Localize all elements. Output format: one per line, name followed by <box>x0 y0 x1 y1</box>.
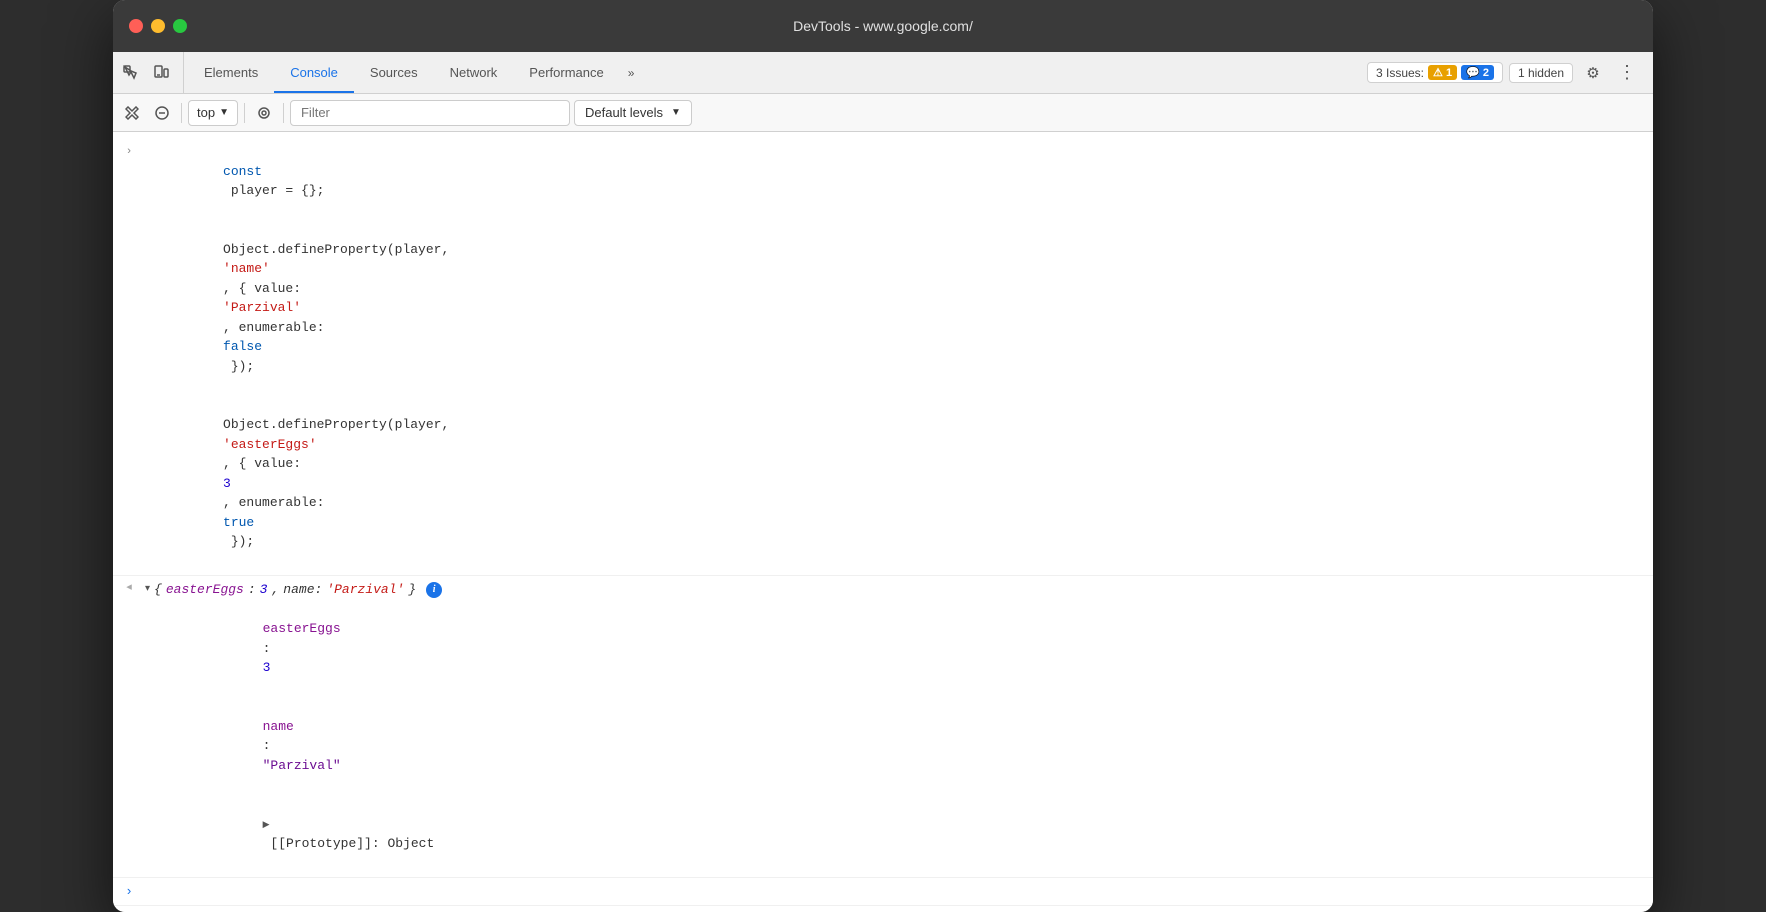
toolbar-separator-3 <box>283 103 284 123</box>
warn-badge: ⚠ 1 <box>1428 65 1457 80</box>
entry-content-2: ▾ { easterEggs : 3 , name: 'Parzival' } … <box>145 578 1653 875</box>
toolbar-separator-1 <box>181 103 182 123</box>
dropdown-arrow-icon: ▼ <box>219 107 229 118</box>
prototype-expand[interactable]: ▶ <box>263 820 270 830</box>
tab-network[interactable]: Network <box>434 52 514 93</box>
live-expressions-button[interactable] <box>251 100 277 126</box>
clear-console-button[interactable] <box>119 100 145 126</box>
more-tabs-button[interactable]: » <box>620 52 643 93</box>
info-badge: 💬 2 <box>1461 65 1494 80</box>
output-arrow: ◂ <box>126 580 132 597</box>
code-line-3: Object.defineProperty(player, 'easterEgg… <box>145 396 1645 572</box>
key-eastereggs: easterEggs <box>263 621 341 636</box>
devtools-toolbar-icons <box>117 52 184 93</box>
console-entry-output: ◂ ▾ { easterEggs : 3 , name: 'Parzival' … <box>113 576 1653 878</box>
object-italic-preview: { <box>154 580 162 600</box>
val-name: "Parzival" <box>263 758 341 773</box>
console-output-area: › const player = {}; Object.defineProper… <box>113 132 1653 912</box>
object-expand-arrow[interactable]: ▾ <box>145 582 150 597</box>
prop-eastereggs-line: easterEggs : 3 <box>169 600 1645 698</box>
console-cursor[interactable] <box>145 884 153 899</box>
prop-name-preview: name: <box>283 580 322 600</box>
console-input-line: › <box>113 878 1653 907</box>
code-text-7: , { value: <box>223 456 309 471</box>
console-toolbar: top ▼ Default levels ▼ <box>113 94 1653 132</box>
settings-button[interactable]: ⚙ <box>1579 59 1607 87</box>
colon-1: : <box>263 641 279 656</box>
code-text-9: }); <box>223 534 254 549</box>
tab-sources[interactable]: Sources <box>354 52 434 93</box>
devtools-window: DevTools - www.google.com/ Elements <box>113 0 1653 912</box>
colon-2: : <box>263 738 279 753</box>
code-text-4: , enumerable: <box>223 320 332 335</box>
entry-gutter-1: › <box>113 140 145 163</box>
levels-dropdown-arrow: ▼ <box>671 107 681 118</box>
val-3-preview: 3 <box>260 580 268 600</box>
window-controls <box>129 19 187 33</box>
string-eastereggs: 'easterEggs' <box>223 437 317 452</box>
entry-content-3[interactable] <box>145 880 1653 904</box>
info-icon[interactable]: i <box>426 582 442 598</box>
tab-elements[interactable]: Elements <box>188 52 274 93</box>
expand-arrow-1[interactable]: › <box>122 142 137 163</box>
number-3-1: 3 <box>223 476 231 491</box>
toolbar-separator-2 <box>244 103 245 123</box>
code-text-6: Object.defineProperty(player, <box>223 417 457 432</box>
obj-colon-1: : <box>248 580 256 600</box>
prop-name-line: name : "Parzival" <box>169 697 1645 795</box>
prop-eastereggs-preview: easterEggs <box>166 580 244 600</box>
inspect-element-button[interactable] <box>117 59 145 87</box>
prototype-text: [[Prototype]]: Object <box>263 836 435 851</box>
object-header-line: ▾ { easterEggs : 3 , name: 'Parzival' } … <box>145 580 1645 600</box>
close-button[interactable] <box>129 19 143 33</box>
obj-close: } <box>408 580 416 600</box>
code-text-2: Object.defineProperty(player, <box>223 242 457 257</box>
tabbar-right-controls: 3 Issues: ⚠ 1 💬 2 1 hidden ⚙ ⋮ <box>1367 52 1649 93</box>
keyword-true: true <box>223 515 254 530</box>
code-text-1: player = {}; <box>223 183 324 198</box>
string-parzival: 'Parzival' <box>223 300 301 315</box>
log-levels-selector[interactable]: Default levels ▼ <box>574 100 692 126</box>
code-text-8: , enumerable: <box>223 495 332 510</box>
titlebar: DevTools - www.google.com/ <box>113 0 1653 52</box>
obj-comma: , <box>271 580 279 600</box>
maximize-button[interactable] <box>173 19 187 33</box>
tab-bar: Elements Console Sources Network Perform… <box>113 52 1653 94</box>
context-selector[interactable]: top ▼ <box>188 100 238 126</box>
tab-console[interactable]: Console <box>274 52 354 93</box>
issues-badge[interactable]: 3 Issues: ⚠ 1 💬 2 <box>1367 62 1503 83</box>
tab-performance[interactable]: Performance <box>513 52 619 93</box>
input-arrow: › <box>125 882 133 902</box>
entry-content-1: const player = {}; Object.defineProperty… <box>145 140 1653 573</box>
code-text-3: , { value: <box>223 281 309 296</box>
filter-input[interactable] <box>290 100 570 126</box>
entry-gutter-3: › <box>113 880 145 902</box>
string-name: 'name' <box>223 261 270 276</box>
key-name: name <box>263 719 294 734</box>
issues-label: 3 Issues: <box>1376 66 1424 80</box>
val-3: 3 <box>263 660 271 675</box>
hidden-count[interactable]: 1 hidden <box>1509 63 1573 83</box>
more-options-button[interactable]: ⋮ <box>1613 59 1641 87</box>
device-toolbar-button[interactable] <box>147 59 175 87</box>
keyword-false-1: false <box>223 339 262 354</box>
console-entry-input: › const player = {}; Object.defineProper… <box>113 138 1653 576</box>
keyword-const: const <box>223 164 262 179</box>
val-parzival-preview: 'Parzival' <box>326 580 404 600</box>
code-text-5: }); <box>223 359 254 374</box>
object-properties: easterEggs : 3 name : "Parzival" ▶ [[Pro… <box>145 600 1645 873</box>
minimize-button[interactable] <box>151 19 165 33</box>
prototype-line: ▶ [[Prototype]]: Object <box>169 795 1645 873</box>
stop-button[interactable] <box>149 100 175 126</box>
window-title: DevTools - www.google.com/ <box>793 18 973 34</box>
code-line-2: Object.defineProperty(player, 'name' , {… <box>145 220 1645 396</box>
code-line-1: const player = {}; <box>145 142 1645 220</box>
entry-gutter-2: ◂ <box>113 578 145 597</box>
